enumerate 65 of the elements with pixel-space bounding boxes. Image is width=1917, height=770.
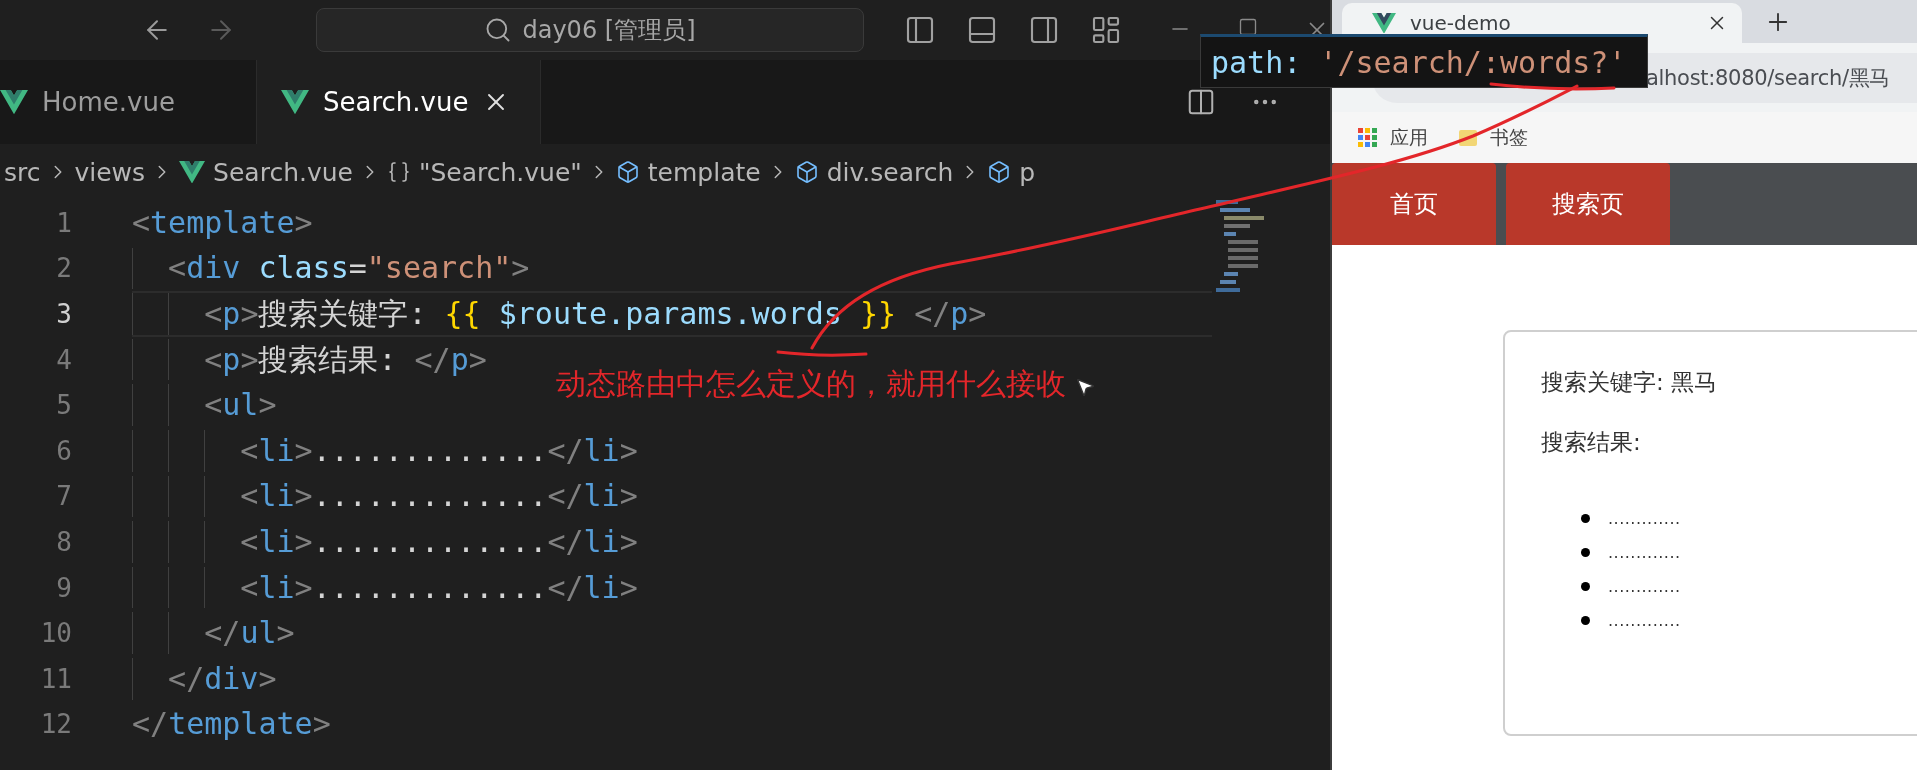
code-line: <p>搜索结果: </p> <box>203 344 487 375</box>
braces-icon <box>386 160 411 184</box>
bookmark-item[interactable]: 书签 <box>1458 124 1528 151</box>
line-number: 2 <box>55 253 72 284</box>
apps-grid-icon <box>1358 127 1378 148</box>
vue-logo-icon <box>179 160 206 184</box>
bullet-dot <box>1581 615 1590 625</box>
cube-icon <box>794 160 819 184</box>
line-number: 5 <box>55 390 72 421</box>
code-line: <li>.............</li> <box>239 435 638 466</box>
editor-tab[interactable]: Search.vue <box>257 60 542 144</box>
nav-link[interactable]: 首页 <box>1332 163 1496 245</box>
line-number: 9 <box>55 572 72 603</box>
line-number: 11 <box>39 663 72 694</box>
code-line: <template> <box>132 207 313 238</box>
line-number: 4 <box>55 344 72 375</box>
vue-logo-icon <box>0 89 28 115</box>
code-line: </div> <box>167 663 277 694</box>
list-item-text: ............. <box>1608 576 1681 596</box>
split-editor-icon[interactable] <box>1186 87 1216 117</box>
nav-link[interactable]: 搜索页 <box>1506 163 1670 245</box>
breadcrumb-item[interactable]: div.search <box>794 157 954 187</box>
hover-tooltip: path: '/search/:words?' <box>1200 34 1648 88</box>
code-line: <div class="search"> <box>167 253 530 284</box>
code-line: <li>.............</li> <box>239 572 638 603</box>
line-number: 1 <box>55 207 72 238</box>
bullet-dot <box>1581 547 1590 557</box>
code-line: <li>.............</li> <box>239 526 638 557</box>
breadcrumb-item[interactable]: src <box>4 157 41 187</box>
annotation-text: 动态路由中怎么定义的，就用什么接收 <box>556 365 1066 403</box>
breadcrumb-item[interactable]: p <box>987 157 1036 187</box>
code-line: <li>.............</li> <box>239 481 638 512</box>
command-center-field[interactable]: day06 [管理员] <box>316 8 864 52</box>
list-item-text: ............. <box>1608 542 1681 562</box>
code-line: <ul> <box>203 390 277 421</box>
line-number: 3 <box>55 299 72 329</box>
line-number: 10 <box>39 618 72 649</box>
editor-tab[interactable]: Home.vue <box>0 60 257 144</box>
breadcrumb-item[interactable]: Search.vue <box>179 157 353 187</box>
cursor-icon <box>1074 376 1096 398</box>
code-line: <p>搜索关键字: {{ $route.params.words }} </p> <box>203 299 987 329</box>
cube-icon <box>615 160 640 184</box>
keyword-text: 搜索关键字: 黑马 <box>1541 368 1719 397</box>
breadcrumb-item[interactable]: "Search.vue" <box>386 157 582 187</box>
panel-right-icon[interactable] <box>1028 14 1060 46</box>
breadcrumb-item[interactable]: views <box>74 157 146 187</box>
vue-logo-icon <box>1372 12 1396 34</box>
breadcrumb-item[interactable]: template <box>615 157 761 187</box>
list-item-text: ............. <box>1608 508 1681 528</box>
line-number: 12 <box>39 709 72 740</box>
line-number: 6 <box>55 435 72 466</box>
panel-left-icon[interactable] <box>904 14 936 46</box>
vue-logo-icon <box>281 89 309 115</box>
code-line: </ul> <box>203 618 295 649</box>
bookmark-item[interactable]: 应用 <box>1358 124 1428 151</box>
cube-icon <box>987 160 1012 184</box>
results-label: 搜索结果: <box>1541 428 1642 457</box>
panel-bottom-icon[interactable] <box>966 14 998 46</box>
layout-icon[interactable] <box>1090 14 1122 46</box>
bullet-dot <box>1581 513 1590 523</box>
list-item-text: ............. <box>1608 610 1681 630</box>
line-number: 7 <box>55 481 72 512</box>
bullet-dot <box>1581 581 1590 591</box>
line-number: 8 <box>55 526 72 557</box>
code-line: </template> <box>132 709 331 740</box>
